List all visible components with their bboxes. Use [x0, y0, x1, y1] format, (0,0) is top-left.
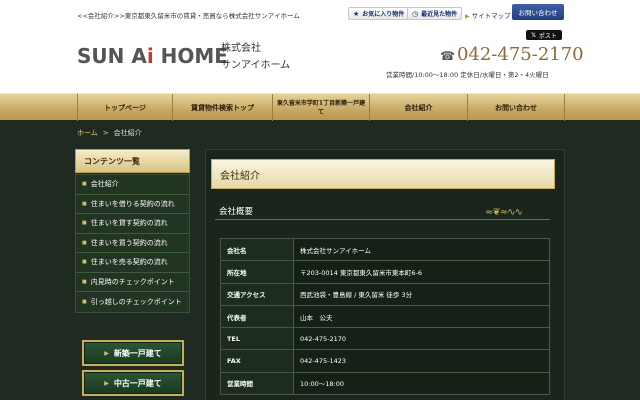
- sidebar-item-company[interactable]: ■ 会社紹介: [76, 175, 189, 195]
- breadcrumb-separator: >: [102, 129, 109, 137]
- header-contact-button[interactable]: お問い合わせ: [512, 4, 564, 20]
- recent-label: 最近見た物件: [421, 11, 458, 18]
- sidebar-item-label: 会社紹介: [90, 180, 119, 189]
- new-house-banner[interactable]: ▶ 新築一戸建て: [82, 340, 184, 366]
- table-row: 交通アクセス 西武池袋・豊島線 / 東久留米 徒歩 3分: [220, 282, 550, 306]
- sidebar-item-moving-checkpoints[interactable]: ■ 引っ越しのチェックポイント: [76, 292, 189, 312]
- triangle-right-icon: ▶: [465, 13, 470, 20]
- table-row: TEL 042-475-2170: [220, 327, 550, 351]
- nav-item-company[interactable]: 会社紹介: [369, 94, 467, 121]
- x-logo-icon: 𝕏: [531, 31, 536, 39]
- company-info-table: 会社名 株式会社サンアイホーム 所在地 〒203-0014 東京都東久留米市東本町6…: [220, 237, 550, 396]
- sidebar-item-lease-flow[interactable]: ■ 住まいを貸す契約の流れ: [76, 214, 189, 234]
- logo-text-part1: SUN A: [77, 44, 147, 68]
- ornament-icon: ≈❦≈∿∿: [485, 207, 523, 218]
- nav-item-contact[interactable]: お問い合わせ: [467, 94, 565, 121]
- favorites-label: お気に入り物件: [362, 11, 405, 18]
- bullet-icon: ■: [82, 278, 87, 285]
- table-row: 会社名 株式会社サンアイホーム: [220, 237, 550, 262]
- sitemap-label: サイトマップ: [471, 12, 511, 20]
- nav-item-new-house[interactable]: 東久留米市学町1丁目新築一戸建て: [272, 94, 369, 121]
- company-line1: 株式会社: [221, 43, 261, 54]
- phone-icon: ☎: [440, 49, 455, 63]
- sidebar-item-rent-flow[interactable]: ■ 住まいを借りる契約の流れ: [76, 195, 189, 214]
- company-name: 株式会社 サンアイホーム: [221, 40, 290, 74]
- sidebar-item-label: 住まいを売る契約の流れ: [90, 258, 168, 267]
- favorites-button[interactable]: ★ お気に入り物件: [348, 7, 410, 20]
- company-line2: サンアイホーム: [221, 60, 291, 71]
- row-value: 西武池袋・豊島線 / 東久留米 徒歩 3分: [293, 282, 550, 306]
- table-row: 所在地 〒203-0014 東京都東久留米市東本町6-6: [220, 260, 550, 284]
- sidebar-title: コンテンツ一覧: [75, 149, 190, 173]
- nav-item-top[interactable]: トップページ: [77, 94, 172, 121]
- section-divider: [215, 219, 550, 220]
- business-hours: 営業時間/10:00～18:00 定休日/水曜日・第2・4火曜日: [386, 71, 549, 79]
- row-key: 代表者: [220, 304, 294, 329]
- breadcrumb: ホーム > 会社紹介: [77, 128, 142, 138]
- bullet-icon: ■: [82, 220, 87, 227]
- sidebar-item-viewing-checkpoints[interactable]: ■ 内見時のチェックポイント: [76, 273, 189, 292]
- breadcrumb-current: 会社紹介: [113, 129, 142, 137]
- global-nav: トップページ 賃貸物件検索トップ 東久留米市学町1丁目新築一戸建て 会社紹介 お…: [0, 93, 640, 121]
- star-icon: ★: [353, 9, 360, 18]
- row-key: FAX: [220, 349, 294, 373]
- bullet-icon: ■: [82, 298, 87, 305]
- sitemap-link[interactable]: ▶ サイトマップ: [465, 10, 511, 20]
- bullet-icon: ■: [82, 181, 87, 188]
- sidebar-item-label: 住まいを買う契約の流れ: [90, 238, 168, 247]
- bullet-icon: ■: [82, 200, 87, 207]
- bullet-icon: ■: [82, 259, 87, 266]
- site-header: <<会社紹介>>東京都東久留米市の賃貸・売買なら株式会社サンアイホーム ★ お気…: [0, 0, 640, 93]
- logo-text-part2: HOME: [153, 44, 228, 68]
- post-label: ポスト: [538, 32, 557, 40]
- row-value: 10:00〜18:00: [293, 371, 550, 396]
- row-key: 営業時間: [220, 371, 294, 396]
- section-title: 会社概要: [219, 207, 254, 217]
- table-row: FAX 042-475-1423: [220, 349, 550, 373]
- row-key: TEL: [220, 327, 294, 351]
- table-row: 代表者 山本 公夫: [220, 304, 550, 329]
- site-logo[interactable]: SUN Ai HOME: [77, 44, 228, 68]
- row-key: 交通アクセス: [220, 282, 294, 306]
- clock-icon: ◷: [412, 9, 419, 18]
- sidebar-item-buy-flow[interactable]: ■ 住まいを買う契約の流れ: [76, 234, 189, 253]
- sidebar-list: ■ 会社紹介 ■ 住まいを借りる契約の流れ ■ 住まいを貸す契約の流れ ■ 住まいを買う…: [75, 174, 190, 313]
- breadcrumb-home[interactable]: ホーム: [77, 129, 98, 137]
- row-value: 042-475-1423: [293, 349, 550, 373]
- x-post-button[interactable]: 𝕏 ポスト: [526, 30, 562, 40]
- phone-number: 042-475-2170: [456, 44, 584, 65]
- header-phone: ☎ 042-475-2170: [440, 44, 584, 65]
- row-key: 会社名: [220, 237, 294, 262]
- row-value: 042-475-2170: [293, 327, 550, 351]
- arrow-right-icon: ▶: [104, 379, 109, 387]
- used-house-banner[interactable]: ▶ 中古一戸建て: [82, 370, 184, 396]
- nav-item-rental-search[interactable]: 賃貸物件検索トップ: [172, 94, 272, 121]
- row-key: 所在地: [220, 260, 294, 284]
- sidebar-item-label: 引っ越しのチェックポイント: [90, 297, 182, 306]
- table-row: 営業時間 10:00〜18:00: [220, 371, 550, 396]
- row-value: 株式会社サンアイホーム: [293, 237, 550, 262]
- sidebar-item-label: 内見時のチェックポイント: [90, 277, 175, 286]
- recent-viewed-button[interactable]: ◷ 最近見た物件: [407, 7, 463, 20]
- banner-label: 中古一戸建て: [113, 377, 162, 388]
- sidebar-item-label: 住まいを貸す契約の流れ: [90, 219, 168, 228]
- header-tagline: <<会社紹介>>東京都東久留米市の賃貸・売買なら株式会社サンアイホーム: [77, 12, 300, 20]
- logo-text-i: i: [146, 44, 154, 68]
- sidebar-item-sell-flow[interactable]: ■ 住まいを売る契約の流れ: [76, 253, 189, 273]
- row-value: 〒203-0014 東京都東久留米市東本町6-6: [293, 260, 550, 284]
- row-value: 山本 公夫: [293, 304, 550, 329]
- arrow-right-icon: ▶: [104, 349, 109, 357]
- sidebar-item-label: 住まいを借りる契約の流れ: [90, 199, 175, 208]
- banner-label: 新築一戸建て: [113, 347, 162, 358]
- page-title: 会社紹介: [211, 159, 555, 189]
- bullet-icon: ■: [82, 239, 87, 246]
